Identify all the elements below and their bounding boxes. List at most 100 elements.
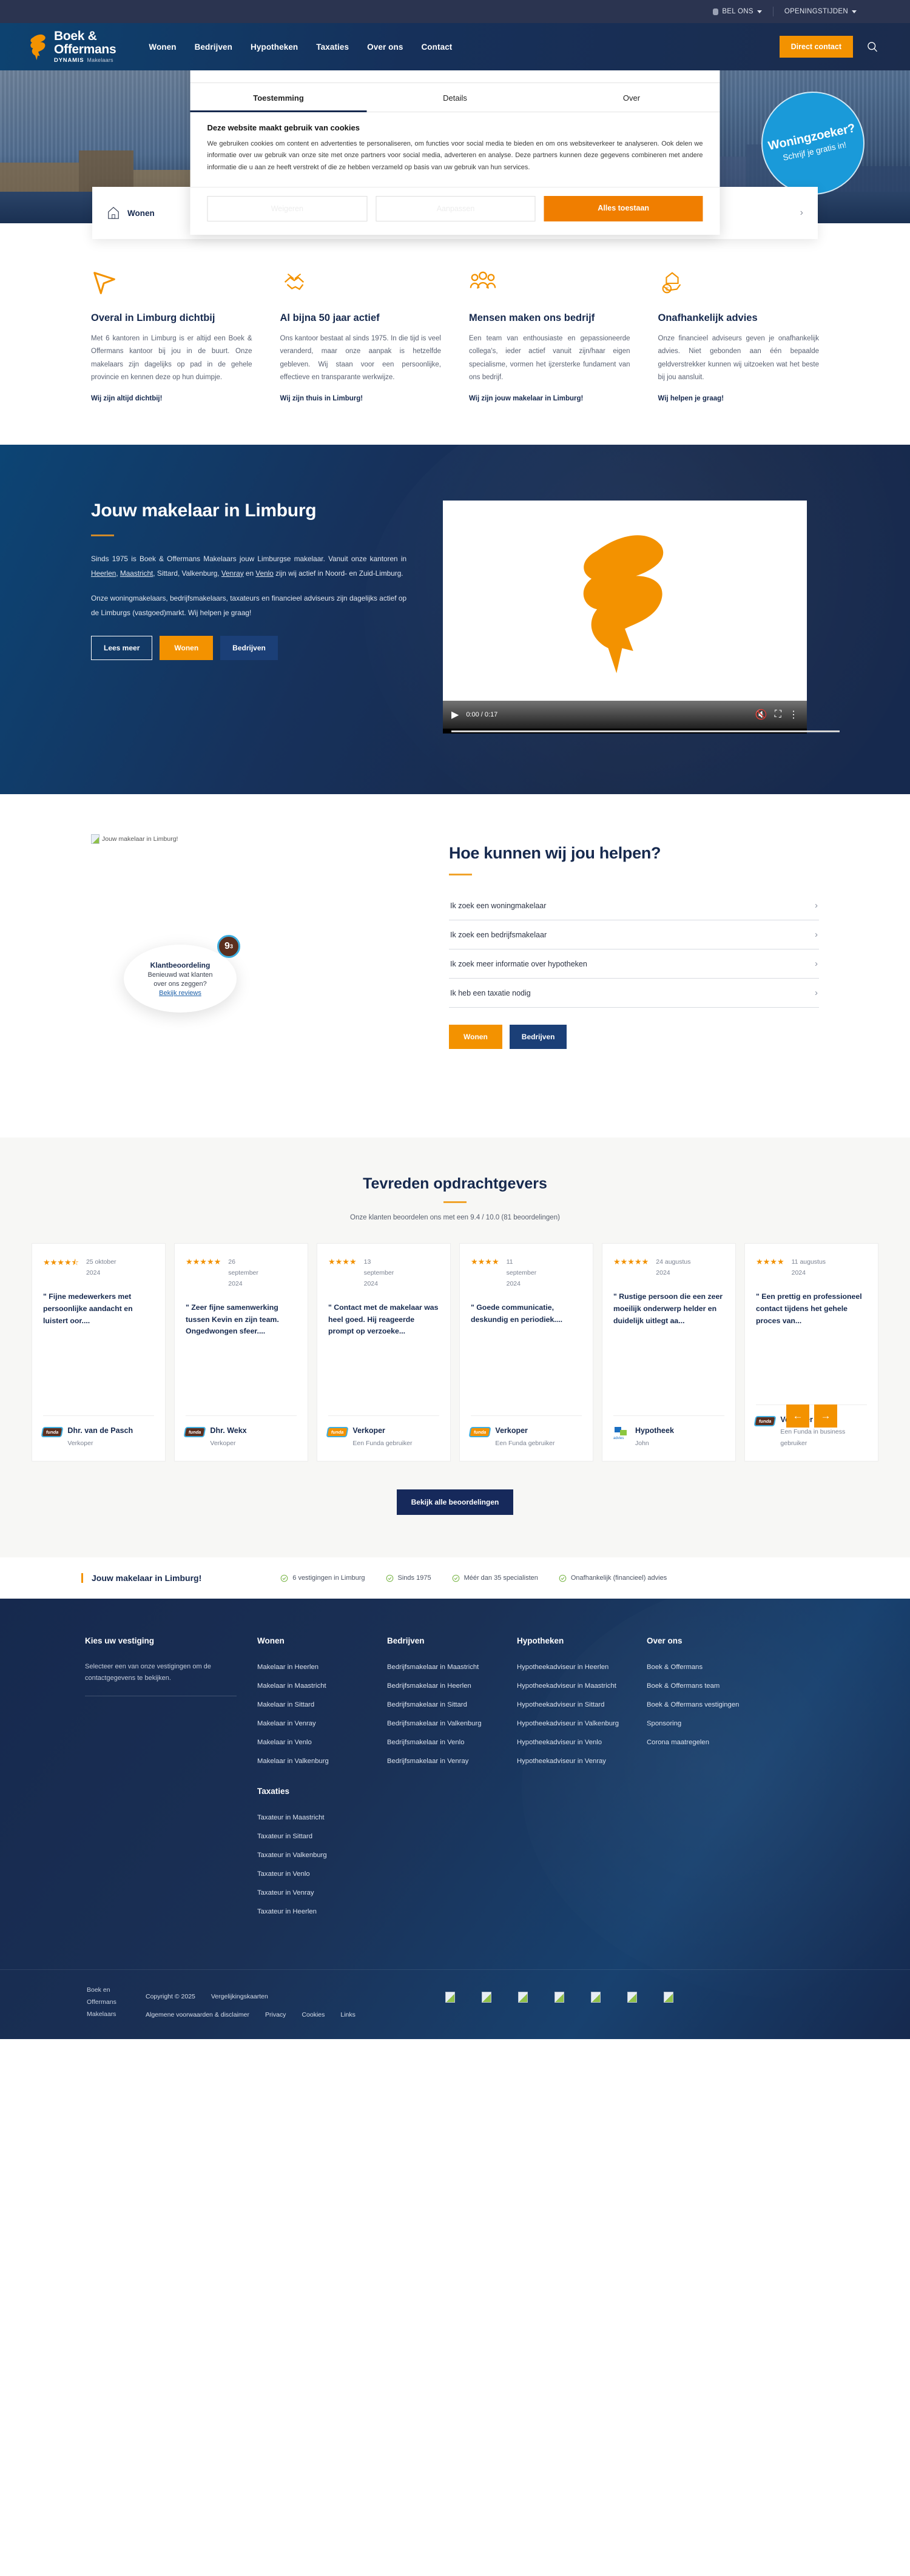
nav-item-wonen[interactable]: Wonen	[147, 38, 177, 56]
view-reviews-link[interactable]: Bekijk reviews	[159, 990, 201, 997]
footer-link-over-ons[interactable]: Boek & Offermans vestigingen	[647, 1701, 739, 1708]
footer-link-hypotheken[interactable]: Hypotheekadviseur in Valkenburg	[517, 1720, 619, 1727]
about-link-venray[interactable]: Venray	[221, 569, 244, 578]
footer-link-wonen[interactable]: Makelaar in Valkenburg	[257, 1758, 329, 1765]
about-link-heerlen[interactable]: Heerlen	[91, 569, 116, 578]
usp-strip-item: Sinds 1975	[386, 1574, 431, 1582]
help-link-woningmakelaar[interactable]: Ik zoek een woningmakelaar ›	[449, 891, 819, 921]
video-more-options-icon[interactable]: ⋮	[789, 709, 798, 721]
call-us-dropdown[interactable]: BEL ONS	[702, 7, 773, 16]
footer-link-bedrijven[interactable]: Bedrijfsmakelaar in Maastricht	[387, 1664, 479, 1671]
cookie-tab-toestemming[interactable]: Toestemming	[190, 83, 367, 112]
footer-link-privacy[interactable]: Privacy	[265, 2011, 286, 2018]
usp-strip-title: Jouw makelaar in Limburg!	[81, 1573, 201, 1583]
social-link[interactable]	[627, 1992, 637, 2006]
customer-rating-bubble[interactable]: 93 Klantbeoordeling Benieuwd wat klanten…	[124, 935, 240, 1013]
help-link-taxatie[interactable]: Ik heb een taxatie nodig ›	[449, 979, 819, 1008]
nav-item-bedrijven[interactable]: Bedrijven	[194, 38, 234, 56]
nav-item-hypotheken[interactable]: Hypotheken	[249, 38, 299, 56]
about-wonen-button[interactable]: Wonen	[160, 636, 214, 661]
footer-link-bedrijven[interactable]: Bedrijfsmakelaar in Venray	[387, 1758, 468, 1765]
footer-link-links[interactable]: Links	[340, 2011, 356, 2018]
nav-item-over-ons[interactable]: Over ons	[366, 38, 404, 56]
footer-link-taxaties[interactable]: Taxateur in Heerlen	[257, 1908, 317, 1915]
footer-link-hypotheken[interactable]: Hypotheekadviseur in Venray	[517, 1758, 606, 1765]
footer-link-over-ons[interactable]: Corona maatregelen	[647, 1739, 709, 1746]
footer-link-vergelijkingskaarten[interactable]: Vergelijkingskaarten	[211, 1993, 268, 2000]
review-card[interactable]: ★★★★ 11 september 2024 " Goede communicati…	[459, 1243, 593, 1462]
footer-link-wonen[interactable]: Makelaar in Venlo	[257, 1739, 312, 1746]
review-card[interactable]: ★★★★ 11 augustus 2024 " Een prettig en pro…	[744, 1243, 878, 1462]
footer-link-bedrijven[interactable]: Bedrijfsmakelaar in Sittard	[387, 1701, 467, 1708]
footer-link-bedrijven[interactable]: Bedrijfsmakelaar in Venlo	[387, 1739, 464, 1746]
help-wonen-button[interactable]: Wonen	[449, 1025, 502, 1050]
search-button[interactable]	[866, 41, 878, 53]
footer-link-over-ons[interactable]: Sponsoring	[647, 1720, 681, 1727]
read-more-button[interactable]: Lees meer	[91, 636, 153, 661]
social-link[interactable]	[517, 1992, 528, 2006]
direct-contact-button[interactable]: Direct contact	[779, 36, 853, 58]
video-fullscreen-icon[interactable]: ⛶	[775, 709, 781, 720]
footer-link-taxaties[interactable]: Taxateur in Valkenburg	[257, 1852, 327, 1859]
help-bedrijven-button[interactable]: Bedrijven	[509, 1025, 567, 1050]
footer-link-wonen[interactable]: Makelaar in Heerlen	[257, 1664, 318, 1671]
review-quote: " Goede communicatie, deskundig en perio…	[471, 1303, 563, 1324]
footer-link-over-ons[interactable]: Boek & Offermans	[647, 1664, 703, 1671]
review-card[interactable]: ★★★★ 13 september 2024 " Contact met de ma…	[317, 1243, 451, 1462]
reviews-prev-button[interactable]: ←	[786, 1404, 809, 1428]
help-link-bedrijfsmakelaar[interactable]: Ik zoek een bedrijfsmakelaar ›	[449, 920, 819, 950]
video-mute-icon[interactable]: 🔇	[755, 709, 767, 721]
chevron-right-icon: ›	[815, 959, 818, 969]
video-player[interactable]: ▶ 0:00 / 0:17 🔇 ⛶ ⋮	[443, 501, 840, 734]
site-header: Boek & Offermans DYNAMIS Makelaars Wonen…	[0, 23, 910, 70]
cookie-tab-over[interactable]: Over	[544, 83, 720, 112]
footer-link-wonen[interactable]: Makelaar in Venray	[257, 1720, 316, 1727]
reviews-next-button[interactable]: →	[814, 1404, 837, 1428]
footer-link-taxaties[interactable]: Taxateur in Maastricht	[257, 1814, 325, 1821]
footer-link-hypotheken[interactable]: Hypotheekadviseur in Maastricht	[517, 1682, 616, 1690]
footer-link-bedrijven[interactable]: Bedrijfsmakelaar in Valkenburg	[387, 1720, 482, 1727]
footer-link-voorwaarden[interactable]: Algemene voorwaarden & disclaimer	[146, 2011, 249, 2018]
opening-hours-dropdown[interactable]: OPENINGSTIJDEN	[772, 7, 868, 16]
review-card[interactable]: ★★★★⯪ 25 oktober 2024 " Fijne medewerkers …	[32, 1243, 166, 1462]
social-link[interactable]	[445, 1992, 455, 2006]
social-link[interactable]	[663, 1992, 673, 2006]
footer-link-hypotheken[interactable]: Hypotheekadviseur in Heerlen	[517, 1664, 608, 1671]
reviews-subtitle: Onze klanten beoordelen ons met een 9.4 …	[350, 1214, 560, 1222]
nav-item-taxaties[interactable]: Taxaties	[315, 38, 350, 56]
footer-list-item: Hypotheekadviseur in Venray	[517, 1755, 626, 1766]
cookie-tab-details[interactable]: Details	[367, 83, 544, 112]
video-progress-bar[interactable]	[443, 729, 840, 734]
footer-link-taxaties[interactable]: Taxateur in Sittard	[257, 1833, 312, 1840]
footer-link-over-ons[interactable]: Boek & Offermans team	[647, 1682, 720, 1690]
social-link[interactable]	[590, 1992, 601, 2006]
footer-link-bedrijven[interactable]: Bedrijfsmakelaar in Heerlen	[387, 1682, 471, 1690]
main-navigation: Wonen Bedrijven Hypotheken Taxaties Over…	[147, 38, 453, 56]
social-link[interactable]	[554, 1992, 564, 2006]
footer-link-taxaties[interactable]: Taxateur in Venlo	[257, 1870, 310, 1878]
footer-link-cookies[interactable]: Cookies	[302, 2011, 325, 2018]
footer-column-hypotheken: Hypotheken Hypotheekadviseur in Heerlen H…	[517, 1636, 626, 1924]
cookie-deny-button[interactable]: Weigeren	[207, 195, 368, 221]
usp-card-onafhankelijk-advies: € Onafhankelijk advies Onze financieel a…	[658, 269, 819, 402]
about-link-venlo[interactable]: Venlo	[255, 569, 274, 578]
review-card[interactable]: ★★★★★ 26 september 2024 " Zeer fijne samen…	[174, 1243, 308, 1462]
site-logo[interactable]: Boek & Offermans DYNAMIS Makelaars	[28, 30, 116, 64]
people-group-icon	[470, 271, 496, 289]
reviews-carousel[interactable]: ★★★★⯪ 25 oktober 2024 " Fijne medewerkers …	[0, 1243, 910, 1462]
cookie-allow-all-button[interactable]: Alles toestaan	[544, 195, 703, 221]
footer-link-wonen[interactable]: Makelaar in Sittard	[257, 1701, 314, 1708]
help-link-hypotheken[interactable]: Ik zoek meer informatie over hypotheken …	[449, 949, 819, 979]
cookie-customize-button[interactable]: Aanpassen	[376, 195, 536, 221]
footer-link-hypotheken[interactable]: Hypotheekadviseur in Sittard	[517, 1701, 604, 1708]
about-bedrijven-button[interactable]: Bedrijven	[220, 636, 278, 661]
footer-link-wonen[interactable]: Makelaar in Maastricht	[257, 1682, 326, 1690]
about-link-maastricht[interactable]: Maastricht	[120, 569, 153, 578]
social-link[interactable]	[481, 1992, 491, 2006]
nav-item-contact[interactable]: Contact	[420, 38, 453, 56]
footer-link-hypotheken[interactable]: Hypotheekadviseur in Venlo	[517, 1739, 602, 1746]
footer-link-taxaties[interactable]: Taxateur in Venray	[257, 1889, 314, 1897]
review-card[interactable]: ★★★★★ 24 augustus 2024 " Rustige persoon d…	[602, 1243, 736, 1462]
view-all-reviews-button[interactable]: Bekijk alle beoordelingen	[396, 1489, 514, 1516]
video-play-button[interactable]: ▶	[451, 709, 459, 721]
